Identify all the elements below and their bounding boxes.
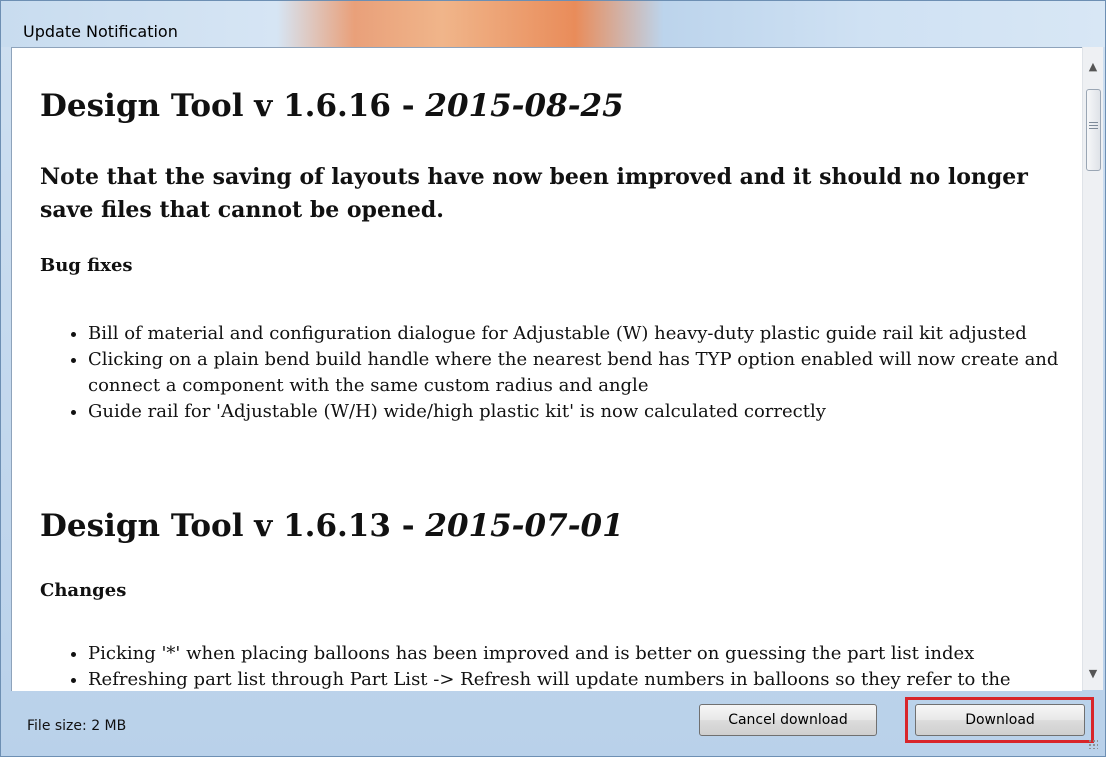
release-date: 2015-07-01 — [425, 508, 624, 544]
bug-fix-list: Bill of material and configuration dialo… — [48, 321, 1082, 425]
resize-grip-icon[interactable] — [1088, 739, 1098, 749]
file-size-label: File size: 2 MB — [27, 718, 127, 734]
section-heading-changes: Changes — [40, 580, 127, 601]
release-heading: Design Tool v 1.6.16 - 2015-08-25 — [40, 88, 624, 124]
release-notes-content[interactable]: Design Tool v 1.6.16 - 2015-08-25 Note t… — [11, 47, 1082, 691]
release-heading-version: Design Tool v 1.6.13 - — [40, 508, 426, 544]
arrow-up-icon[interactable]: ▲ — [1083, 57, 1103, 77]
list-item: Guide rail for 'Adjustable (W/H) wide/hi… — [88, 399, 1082, 425]
grip-icon — [1089, 122, 1098, 123]
arrow-down-icon[interactable]: ▼ — [1083, 664, 1103, 684]
list-item: Picking '*' when placing balloons has be… — [88, 641, 1082, 667]
release-note: Note that the saving of layouts have now… — [40, 164, 1028, 223]
release-date: 2015-08-25 — [425, 88, 624, 124]
section-heading-bug-fixes: Bug fixes — [40, 255, 133, 276]
list-item: Clicking on a plain bend build handle wh… — [88, 347, 1082, 399]
release-heading: Design Tool v 1.6.13 - 2015-07-01 — [40, 508, 624, 544]
download-button[interactable]: Download — [915, 704, 1085, 736]
window-title: Update Notification — [23, 22, 178, 41]
list-item: Bill of material and configuration dialo… — [88, 321, 1082, 347]
title-bar[interactable]: Update Notification — [1, 1, 1105, 47]
scrollbar-thumb[interactable] — [1086, 89, 1101, 171]
cancel-download-button[interactable]: Cancel download — [699, 704, 877, 736]
changes-list: Picking '*' when placing balloons has be… — [48, 641, 1082, 691]
update-notification-window: Update Notification Design Tool v 1.6.16… — [0, 0, 1106, 757]
vertical-scrollbar[interactable]: ▲ ▼ — [1082, 47, 1103, 690]
list-item: Refreshing part list through Part List -… — [88, 667, 1082, 691]
dialog-footer: File size: 2 MB Cancel download Download — [11, 691, 1102, 753]
release-heading-version: Design Tool v 1.6.16 - — [40, 88, 426, 124]
